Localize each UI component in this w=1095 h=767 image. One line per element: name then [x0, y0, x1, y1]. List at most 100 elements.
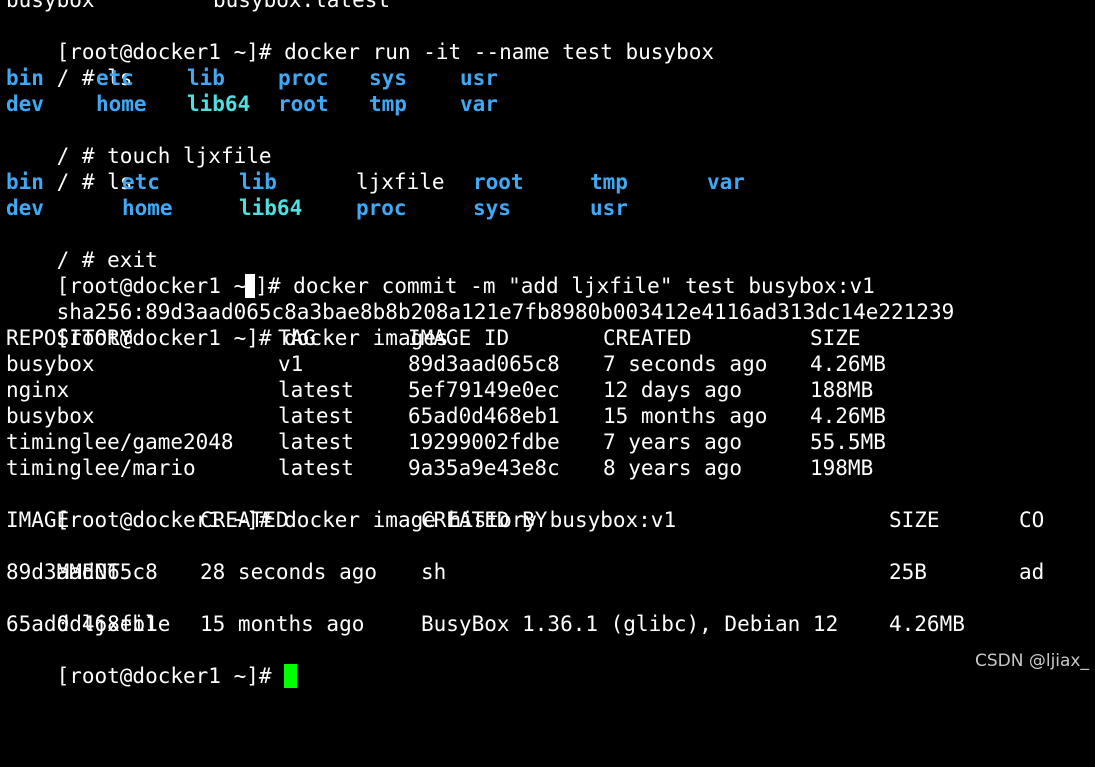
table-cell: 12 days ago	[603, 378, 743, 402]
table-cell: 19299002fdbe	[408, 430, 560, 454]
table-row: timinglee/mario latest 9a35a9e43e8c 8 ye…	[6, 455, 873, 481]
dir-entry: home	[122, 196, 173, 220]
command-text: docker run -it --name test busybox	[284, 40, 715, 64]
dir-entry: sys	[473, 196, 511, 220]
ls-output-row: bin etc lib proc sys usr	[6, 65, 498, 91]
ls-output-row: dev home lib64 proc sys usr	[6, 195, 628, 221]
table-row: busybox v1 89d3aad065c8 7 seconds ago 4.…	[6, 351, 886, 377]
terminal-line-ls: / # ls	[6, 143, 133, 194]
table-cell: 15 months ago	[200, 612, 365, 636]
table-cell: 5ef79149e0ec	[408, 378, 560, 402]
column-header: SIZE	[889, 508, 940, 532]
dir-entry: home	[96, 92, 147, 116]
table-cell: busybox	[6, 352, 95, 376]
dir-entry: tmp	[369, 92, 407, 116]
table-cell: 65ad0d468eb1	[6, 612, 158, 636]
dir-entry: tmp	[590, 170, 628, 194]
dir-entry: usr	[460, 66, 498, 90]
terminal-cursor[interactable]	[284, 664, 298, 688]
terminal-line-partial: busybox busybox:latest	[6, 0, 390, 13]
dir-entry: root	[278, 92, 329, 116]
table-row: busybox latest 65ad0d468eb1 15 months ag…	[6, 403, 886, 429]
table-cell: sh	[421, 560, 447, 584]
dir-entry: dev	[6, 196, 44, 220]
table-row: 89d3aad065c8 28 seconds ago sh 25B ad	[6, 559, 1044, 585]
dir-entry: lib	[187, 66, 225, 90]
table-row: nginx latest 5ef79149e0ec 12 days ago 18…	[6, 377, 873, 403]
column-header: CREATED BY	[421, 508, 548, 532]
dir-entry: proc	[356, 196, 407, 220]
table-cell: 8 years ago	[603, 456, 743, 480]
table-cell: busybox	[6, 404, 95, 428]
table-cell: 25B	[889, 560, 927, 584]
table-cell: timinglee/mario	[6, 456, 196, 480]
table-cell: latest	[278, 456, 354, 480]
file-entry: ljxfile	[356, 170, 445, 194]
terminal-line-touch: / # touch ljxfile	[6, 117, 272, 168]
column-header: IMAGE	[6, 508, 70, 532]
table-cell: 28 seconds ago	[200, 560, 378, 584]
terminal-line-commit: [root@docker1 ~]# docker commit -m "add …	[6, 247, 875, 298]
table-cell: 65ad0d468eb1	[408, 404, 560, 428]
table-cell: 55.5MB	[810, 430, 886, 454]
table-cell: latest	[278, 404, 354, 428]
table-cell: 89d3aad065c8	[6, 560, 158, 584]
table-row: 65ad0d468eb1 15 months ago BusyBox 1.36.…	[6, 611, 965, 637]
table-cell: 9a35a9e43e8c	[408, 456, 560, 480]
table-cell: latest	[278, 378, 354, 402]
dir-entry: etc	[96, 66, 134, 90]
history-row-wrap: d ljxfile	[6, 585, 171, 636]
column-header: SIZE	[810, 326, 861, 350]
table-cell: 198MB	[810, 456, 874, 480]
table-cell: 7 seconds ago	[603, 352, 768, 376]
commit-sha-output: sha256:89d3aad065c8a3bae8b8b208a121e7fb8…	[6, 273, 955, 324]
table-cell: 4.26MB	[810, 352, 886, 376]
partial-repo: busybox	[6, 0, 95, 12]
column-header: CREATED	[603, 326, 692, 350]
history-header-wrap: MMENT	[6, 533, 120, 584]
table-cell: BusyBox 1.36.1 (glibc), Debian 12	[421, 612, 839, 636]
dir-entry: etc	[122, 170, 160, 194]
dir-entry: lib	[239, 170, 277, 194]
dir-entry: sys	[369, 66, 407, 90]
terminal-line-ls: / # ls	[6, 39, 133, 90]
table-cell: v1	[278, 352, 304, 376]
dir-entry: usr	[590, 196, 628, 220]
dir-entry: proc	[278, 66, 329, 90]
dir-entry: var	[707, 170, 745, 194]
table-cell: 89d3aad065c8	[408, 352, 560, 376]
terminal-line-docker-run: [root@docker1 ~]# docker run -it --name …	[6, 13, 714, 64]
terminal-line-images: [root@docker1 ~]# docker images	[6, 299, 449, 350]
shell-prompt: [root@docker1 ~]#	[56, 664, 285, 688]
history-table-header: IMAGE CREATED CREATED BY SIZE CO	[6, 507, 1044, 533]
dir-entry: bin	[6, 170, 44, 194]
column-header: IMAGE ID	[408, 326, 510, 350]
table-cell: nginx	[6, 378, 70, 402]
shell-prompt: / #	[56, 170, 108, 194]
ls-output-row: dev home lib64 root tmp var	[6, 91, 498, 117]
table-row: timinglee/game2048 latest 19299002fdbe 7…	[6, 429, 886, 455]
terminal-line-final-prompt[interactable]: [root@docker1 ~]#	[6, 637, 298, 688]
dir-entry: dev	[6, 92, 44, 116]
table-cell: 7 years ago	[603, 430, 743, 454]
terminal-line-exit: / # exit	[6, 221, 158, 272]
ls-output-row: bin etc lib ljxfile root tmp var	[6, 169, 745, 195]
symlink-entry: lib64	[187, 92, 251, 116]
column-header: CO	[1019, 508, 1045, 532]
images-table-header: REPOSITORY TAG IMAGE ID CREATED SIZE	[6, 325, 861, 351]
table-cell: 15 months ago	[603, 404, 768, 428]
table-cell: ad	[1019, 560, 1045, 584]
table-cell: 4.26MB	[889, 612, 965, 636]
dir-entry: var	[460, 92, 498, 116]
column-header: CREATED	[200, 508, 289, 532]
watermark: CSDN @ljiax_	[974, 651, 1089, 671]
column-header: REPOSITORY	[6, 326, 133, 350]
terminal-line-history: [root@docker1 ~]# docker image history b…	[6, 481, 677, 532]
table-cell: timinglee/game2048	[6, 430, 234, 454]
partial-tag: busybox:latest	[213, 0, 391, 12]
table-cell: 4.26MB	[810, 404, 886, 428]
table-cell: latest	[278, 430, 354, 454]
column-header: TAG	[278, 326, 316, 350]
table-cell: 188MB	[810, 378, 874, 402]
dir-entry: bin	[6, 66, 44, 90]
